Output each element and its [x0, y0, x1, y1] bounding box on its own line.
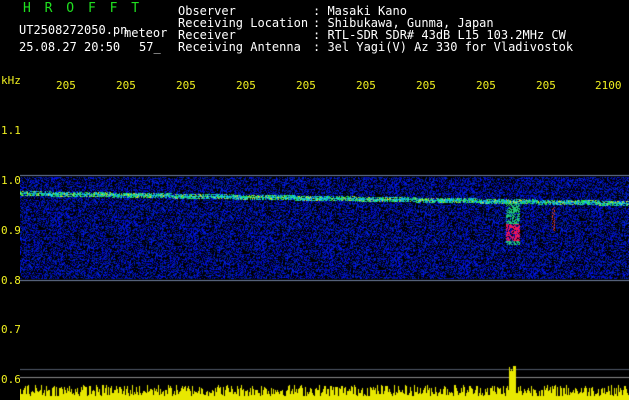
x-tick: 205	[296, 79, 316, 92]
x-tick: 205	[536, 79, 556, 92]
x-tick: 205	[476, 79, 496, 92]
x-tick: 205	[176, 79, 196, 92]
app-title: H R O F F T	[23, 1, 143, 16]
y-tick: 0.9	[1, 224, 21, 237]
y-tick: 1.0	[1, 174, 21, 187]
datetime: 25.08.27 20:50	[19, 40, 121, 54]
x-tick: 205	[236, 79, 256, 92]
detection-count: 57_	[139, 40, 161, 54]
x-tick: 2100	[595, 79, 622, 92]
antenna-value: : 3el Yagi(V) Az 330 for Vladivostok	[313, 40, 574, 54]
spectrogram-plot	[20, 95, 629, 400]
x-tick: 205	[116, 79, 136, 92]
mode-label: meteor	[124, 26, 168, 40]
filename: UT2508272050.pn	[19, 23, 128, 37]
y-tick: 0.7	[1, 323, 21, 336]
x-tick: 205	[416, 79, 436, 92]
x-tick: 205	[356, 79, 376, 92]
y-tick: 0.6	[1, 373, 21, 386]
hrofft-window: H R O F F T UT2508272050.pn meteor 25.08…	[0, 0, 629, 400]
y-tick: 0.8	[1, 274, 21, 287]
y-tick: 1.1	[1, 124, 21, 137]
x-tick: 205	[56, 79, 76, 92]
antenna-label: Receiving Antenna	[178, 40, 301, 54]
y-unit-label: kHz	[1, 74, 21, 87]
